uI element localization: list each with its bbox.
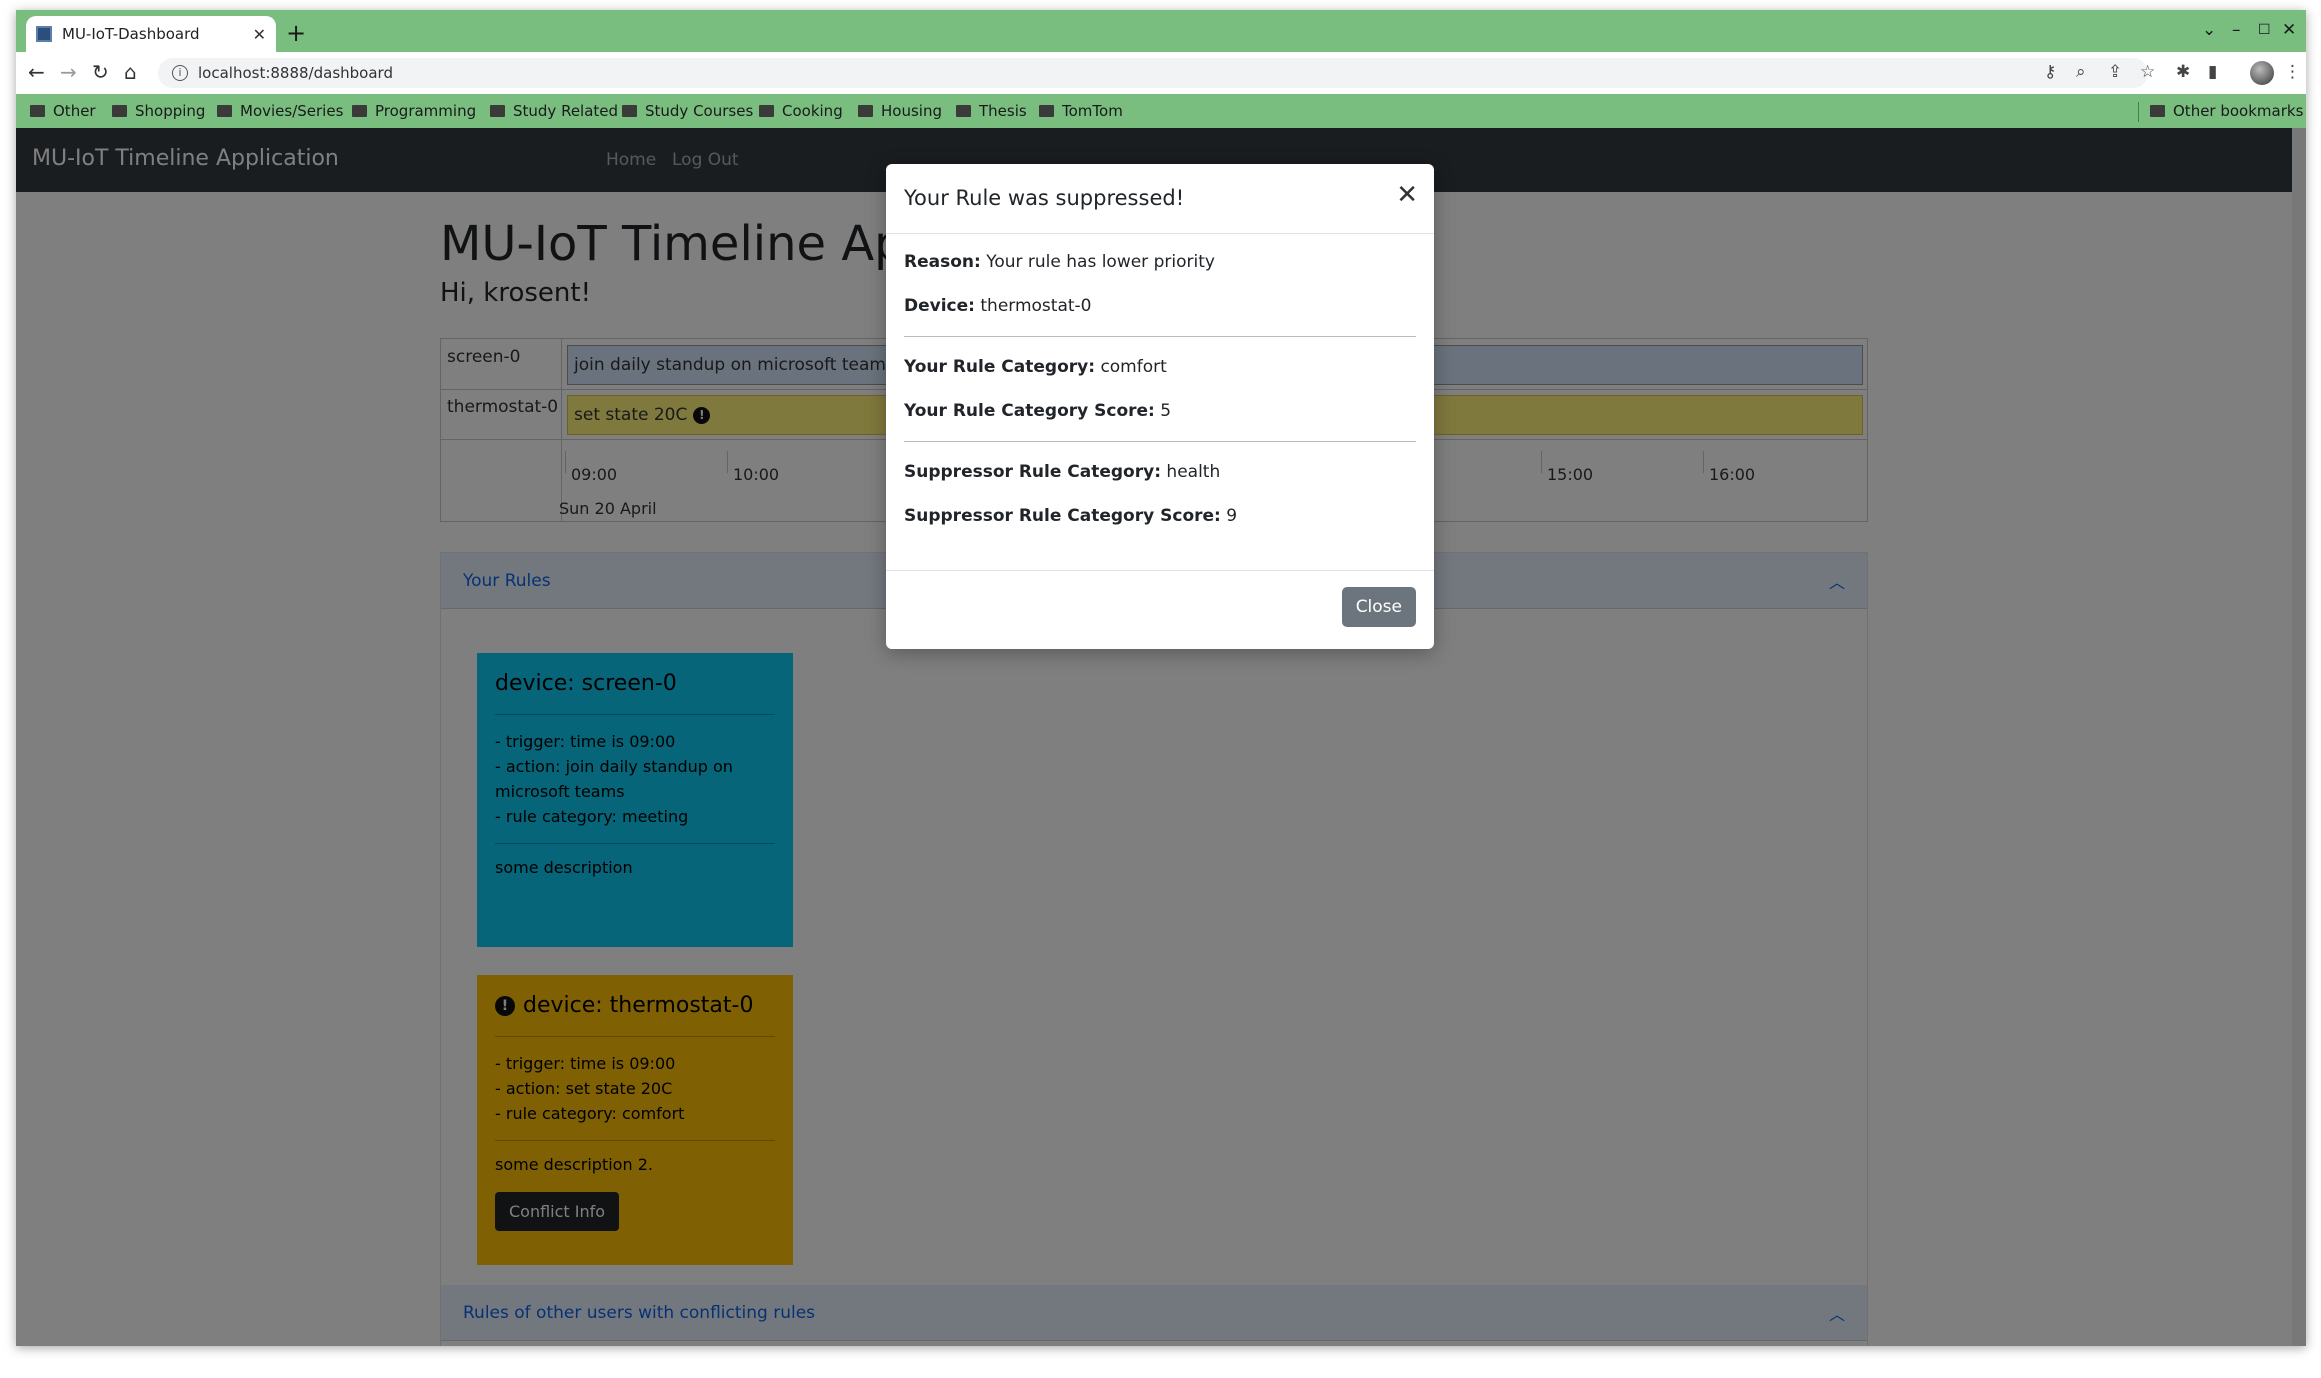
new-tab-icon[interactable]: + (286, 21, 306, 45)
bookmark-label: Movies/Series (240, 102, 344, 120)
close-icon[interactable]: ✕ (1396, 182, 1418, 208)
bookmark-label: Shopping (135, 102, 206, 120)
tab-title: MU-IoT-Dashboard (62, 25, 200, 43)
zoom-icon[interactable]: ⌕ (2076, 62, 2086, 82)
divider (904, 336, 1416, 337)
suppressor-category-row: Suppressor Rule Category: health (904, 460, 1416, 484)
back-icon[interactable]: ← (28, 60, 45, 84)
bookmark-folder[interactable]: Cooking (759, 102, 843, 120)
extensions-icon[interactable]: ✱ (2176, 62, 2190, 82)
modal-title: Your Rule was suppressed! (904, 186, 1185, 210)
suppressed-rule-modal: Your Rule was suppressed! ✕ Reason: Your… (886, 164, 1434, 649)
bookmark-folder[interactable]: TomTom (1039, 102, 1123, 120)
field-label: Suppressor Rule Category Score: (904, 506, 1221, 526)
bookmarks-bar: Other Shopping Movies/Series Programming… (16, 94, 2306, 128)
menu-icon[interactable]: ⋮ (2284, 62, 2301, 82)
address-bar[interactable]: i localhost:8888/dashboard (158, 58, 2148, 88)
browser-window: MU-IoT-Dashboard ✕ + ⌄ – ☐ ✕ ← → ↻ ⌂ i l… (16, 10, 2306, 1346)
field-value: 5 (1160, 401, 1172, 421)
folder-icon (30, 105, 45, 117)
bookmark-label: Housing (881, 102, 942, 120)
divider (904, 441, 1416, 442)
bookmarks-divider (2138, 102, 2139, 122)
bookmark-label: Cooking (782, 102, 843, 120)
rule-category-row: Your Rule Category: comfort (904, 355, 1416, 379)
field-label: Device: (904, 296, 975, 316)
favicon-icon (36, 26, 52, 42)
field-value: 9 (1226, 506, 1238, 526)
bookmark-folder[interactable]: Shopping (112, 102, 205, 120)
bookmark-label: Other (53, 102, 96, 120)
reason-row: Reason: Your rule has lower priority (904, 250, 1416, 274)
bookmark-folder[interactable]: Movies/Series (217, 102, 343, 120)
browser-tab[interactable]: MU-IoT-Dashboard ✕ (26, 16, 276, 52)
tab-search-icon[interactable]: ⌄ (2202, 20, 2216, 40)
field-value: health (1166, 462, 1221, 482)
bookmark-folder[interactable]: Programming (352, 102, 476, 120)
modal-body: Reason: Your rule has lower priority Dev… (886, 234, 1434, 574)
modal-header: Your Rule was suppressed! ✕ (886, 164, 1434, 234)
field-label: Reason: (904, 252, 981, 272)
site-info-icon[interactable]: i (172, 65, 188, 81)
tab-close-icon[interactable]: ✕ (253, 25, 266, 44)
password-key-icon[interactable]: ⚷ (2044, 62, 2056, 82)
url-text: localhost:8888/dashboard (198, 64, 393, 82)
folder-icon (759, 105, 774, 117)
bookmark-folder[interactable]: Thesis (956, 102, 1027, 120)
device-row: Device: thermostat-0 (904, 294, 1416, 318)
bookmark-folder[interactable]: Other (30, 102, 96, 120)
close-button[interactable]: Close (1341, 587, 1416, 627)
other-bookmarks-folder[interactable]: Other bookmarks (2150, 102, 2303, 120)
folder-icon (112, 105, 127, 117)
folder-icon (858, 105, 873, 117)
page-viewport: MU-IoT Timeline Application Home Log Out… (16, 128, 2306, 1346)
share-icon[interactable]: ⇪ (2108, 62, 2122, 82)
bookmark-folder[interactable]: Study Related (490, 102, 618, 120)
bookmark-label: Other bookmarks (2173, 102, 2304, 120)
folder-icon (217, 105, 232, 117)
modal-footer: Close (886, 570, 1434, 649)
folder-icon (956, 105, 971, 117)
maximize-icon[interactable]: ☐ (2258, 22, 2271, 38)
profile-avatar-icon[interactable] (2250, 61, 2274, 85)
field-label: Your Rule Category Score: (904, 401, 1155, 421)
reload-icon[interactable]: ↻ (92, 60, 109, 84)
bookmark-folder[interactable]: Study Courses (622, 102, 753, 120)
bookmark-folder[interactable]: Housing (858, 102, 942, 120)
field-label: Suppressor Rule Category: (904, 462, 1162, 482)
suppressor-score-row: Suppressor Rule Category Score: 9 (904, 504, 1416, 528)
tab-strip: MU-IoT-Dashboard ✕ + ⌄ – ☐ ✕ (16, 10, 2306, 52)
bookmark-label: Study Courses (645, 102, 754, 120)
side-panel-icon[interactable]: ▮ (2208, 62, 2217, 82)
folder-icon (352, 105, 367, 117)
field-value: comfort (1100, 357, 1167, 377)
folder-icon (490, 105, 505, 117)
folder-icon (622, 105, 637, 117)
rule-score-row: Your Rule Category Score: 5 (904, 399, 1416, 423)
bookmark-label: TomTom (1062, 102, 1123, 120)
folder-icon (2150, 105, 2165, 117)
window-close-icon[interactable]: ✕ (2282, 20, 2296, 40)
field-value: Your rule has lower priority (986, 252, 1215, 272)
field-label: Your Rule Category: (904, 357, 1096, 377)
forward-icon[interactable]: → (60, 60, 77, 84)
field-value: thermostat-0 (980, 296, 1092, 316)
bookmark-star-icon[interactable]: ☆ (2140, 62, 2155, 82)
bookmark-label: Thesis (979, 102, 1027, 120)
minimize-icon[interactable]: – (2232, 20, 2241, 40)
home-icon[interactable]: ⌂ (124, 60, 137, 84)
bookmark-label: Study Related (513, 102, 619, 120)
browser-toolbar: ← → ↻ ⌂ i localhost:8888/dashboard ⚷ ⌕ ⇪… (16, 52, 2306, 94)
bookmark-label: Programming (375, 102, 477, 120)
folder-icon (1039, 105, 1054, 117)
